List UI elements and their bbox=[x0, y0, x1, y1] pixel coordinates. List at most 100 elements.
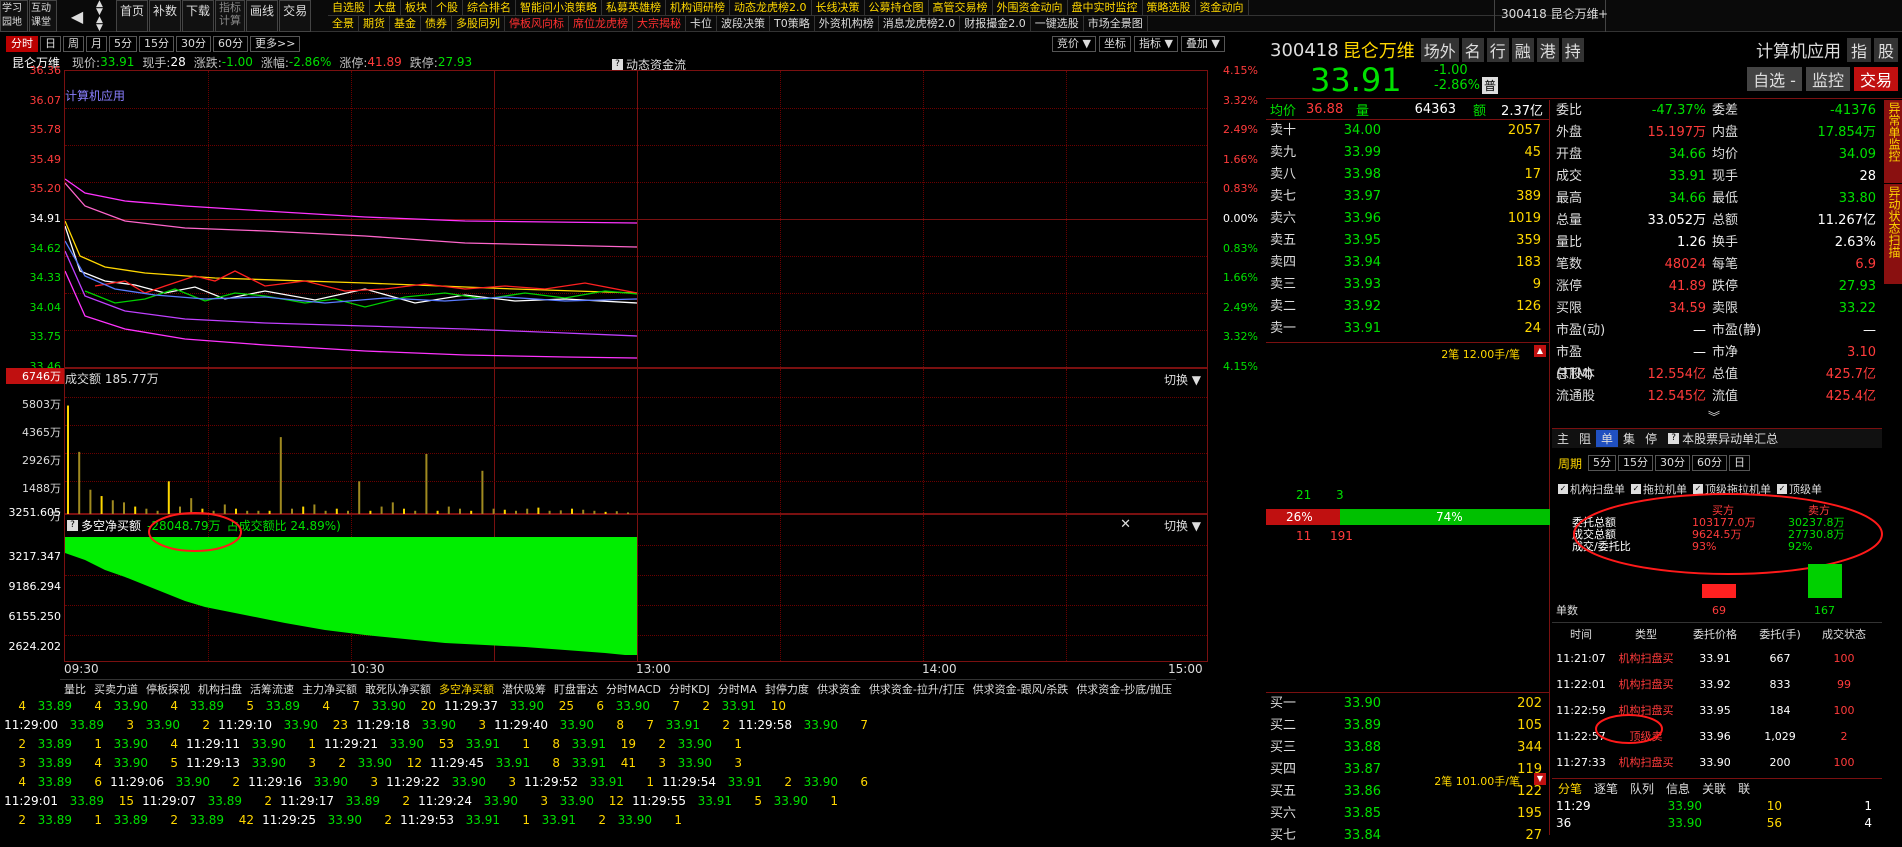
monitor-period-tab[interactable]: 日 bbox=[1729, 455, 1751, 471]
period-tab[interactable]: 日 bbox=[40, 36, 61, 52]
stock-flag[interactable]: 持 bbox=[1561, 38, 1584, 62]
sell-level[interactable]: 卖二 33.92 126 bbox=[1266, 296, 1549, 318]
menu-item[interactable]: 动态龙虎榜2.0 bbox=[730, 0, 812, 16]
menu-item[interactable]: 智能问小浪策略 bbox=[516, 0, 602, 16]
sell-level[interactable]: 卖五 33.95 359 bbox=[1266, 230, 1549, 252]
indicator-tab[interactable]: 买卖力道 bbox=[90, 681, 142, 697]
stock-flag[interactable]: 场外 bbox=[1420, 38, 1459, 62]
menu-item[interactable]: 外资机构榜 bbox=[815, 16, 879, 32]
indicator-tab[interactable]: 供求资金-跟风/杀跌 bbox=[969, 681, 1073, 697]
tick-tab[interactable]: 信息 bbox=[1660, 780, 1696, 797]
tick-tab[interactable]: 联 bbox=[1732, 780, 1756, 797]
sell-level[interactable]: 卖六 33.96 1019 bbox=[1266, 208, 1549, 230]
buy-level[interactable]: 买四 33.87 119 bbox=[1266, 759, 1550, 781]
summary-link[interactable]: 本股票异动单汇总 bbox=[1682, 430, 1778, 447]
home-button[interactable]: 首页 bbox=[116, 0, 149, 32]
menu-item[interactable]: 策略选股 bbox=[1143, 0, 1196, 16]
sell-level[interactable]: 卖十 34.00 2057 bbox=[1266, 120, 1549, 142]
menu-item[interactable]: 盘中实时监控 bbox=[1068, 0, 1143, 16]
indicator-tab[interactable]: 分时MACD bbox=[602, 681, 665, 697]
buy-level[interactable]: 买一 33.90 202 bbox=[1266, 693, 1550, 715]
chart-option-button[interactable]: 叠加 ▼ bbox=[1180, 36, 1225, 52]
buy-level[interactable]: 买五 33.86 122 bbox=[1266, 781, 1550, 803]
menu-item[interactable]: 财报撮金2.0 bbox=[960, 16, 1031, 32]
sell-level[interactable]: 卖四 33.94 183 bbox=[1266, 252, 1549, 274]
indicator-calc-button[interactable]: 指标 计算 bbox=[215, 0, 246, 32]
menu-item[interactable]: 基金 bbox=[390, 16, 421, 32]
download-button[interactable]: 下载 bbox=[182, 0, 215, 32]
menu-item[interactable]: 个股 bbox=[432, 0, 463, 16]
menu-item[interactable]: 板块 bbox=[401, 0, 432, 16]
expand-icon[interactable]: ︾ bbox=[1708, 408, 1720, 425]
menu-item[interactable]: 大盘 bbox=[370, 0, 401, 16]
menu-item[interactable]: T0策略 bbox=[770, 16, 815, 32]
menu-item[interactable]: 机构调研榜 bbox=[666, 0, 730, 16]
interactive-class-button[interactable]: 互动 课堂 bbox=[29, 0, 57, 32]
buy-level[interactable]: 买三 33.88 344 bbox=[1266, 737, 1550, 759]
sell-level[interactable]: 卖一 33.91 24 bbox=[1266, 318, 1549, 340]
period-tab[interactable]: 30分 bbox=[176, 36, 211, 52]
tick-tab[interactable]: 队列 bbox=[1624, 780, 1660, 797]
sell-level[interactable]: 卖三 33.93 9 bbox=[1266, 274, 1549, 296]
trade-action-button[interactable]: 交易 bbox=[1853, 67, 1898, 91]
monitor-period-tab[interactable]: 5分 bbox=[1588, 455, 1617, 471]
close-icon[interactable]: ✕ bbox=[1120, 517, 1131, 532]
volume-chart[interactable]: 成交额 185.77万 切换 ▼ bbox=[64, 368, 1208, 515]
menu-item[interactable]: 资金动向 bbox=[1196, 0, 1249, 16]
menu-item[interactable]: 停板风向标 bbox=[505, 16, 569, 32]
stock-flag[interactable]: 港 bbox=[1536, 38, 1559, 62]
trade-button[interactable]: 交易 bbox=[279, 0, 312, 32]
table-row[interactable]: 11:21:07 机构扫盘买 33.91 667 100 bbox=[1552, 645, 1882, 671]
indicator-tab[interactable]: 分时KDJ bbox=[665, 681, 714, 697]
price-chart[interactable]: 计算机应用 bbox=[64, 70, 1208, 368]
indicator-tab[interactable]: 封停力度 bbox=[761, 681, 813, 697]
industry-name[interactable]: 计算机应用 bbox=[1756, 37, 1841, 62]
menu-item[interactable]: 期货 bbox=[359, 16, 390, 32]
menu-item[interactable]: 私募英雄榜 bbox=[602, 0, 666, 16]
monitor-tab[interactable]: 阻 bbox=[1574, 430, 1596, 447]
indicator-tab[interactable]: 盯盘雷达 bbox=[550, 681, 602, 697]
menu-item[interactable]: 自选股 bbox=[328, 0, 370, 16]
indicator-tab[interactable]: 机构扫盘 bbox=[194, 681, 246, 697]
indicator-tab[interactable]: 供求资金-抄底/抛压 bbox=[1072, 681, 1176, 697]
abnormal-scan-tab[interactable]: 异动状态扫描 bbox=[1884, 184, 1902, 260]
menu-item[interactable]: 一键选股 bbox=[1031, 16, 1084, 32]
stock-flag[interactable]: 融 bbox=[1511, 38, 1534, 62]
sell-level[interactable]: 卖九 33.99 45 bbox=[1266, 142, 1549, 164]
table-row[interactable]: 11:22:01 机构扫盘买 33.92 833 99 bbox=[1552, 671, 1882, 697]
abnormal-order-tab[interactable]: 异常单监控 bbox=[1884, 100, 1902, 184]
chart-option-button[interactable]: 竞价 ▼ bbox=[1052, 36, 1096, 52]
menu-item[interactable]: 全景 bbox=[328, 16, 359, 32]
indicator-tab[interactable]: 主力净买额 bbox=[298, 681, 361, 697]
indicator-tab[interactable]: 潜伏吸筹 bbox=[498, 681, 550, 697]
long-short-chart[interactable]: ? 多空净买额 -28048.79万 占成交额比 24.89%) ✕ 切换 ▼ bbox=[64, 512, 1208, 662]
menu-item[interactable]: 多股同列 bbox=[452, 16, 505, 32]
monitor-period-tab[interactable]: 30分 bbox=[1655, 455, 1691, 471]
back-icon[interactable]: ◀ bbox=[62, 0, 92, 32]
learn-garden-button[interactable]: 学习 园地 bbox=[0, 0, 28, 32]
menu-item[interactable]: 综合排名 bbox=[463, 0, 516, 16]
period-tab[interactable]: 5分 bbox=[109, 36, 137, 52]
menu-item[interactable]: 卡位 bbox=[686, 16, 717, 32]
scroll-up-icon[interactable]: ▲ bbox=[1534, 345, 1546, 357]
menu-item[interactable]: 公募持仓图 bbox=[865, 0, 929, 16]
menu-item[interactable]: 长线决策 bbox=[812, 0, 865, 16]
chart-option-button[interactable]: 指标 ▼ bbox=[1133, 36, 1178, 52]
period-tab[interactable]: 60分 bbox=[213, 36, 248, 52]
indicator-tab[interactable]: 量比 bbox=[60, 681, 90, 697]
stock-flag[interactable]: 名 bbox=[1461, 38, 1484, 62]
period-tab[interactable]: 月 bbox=[86, 36, 107, 52]
checkbox-icon[interactable]: ✓ bbox=[1558, 484, 1568, 494]
tick-tab[interactable]: 分笔 bbox=[1552, 780, 1588, 797]
monitor-period-tab[interactable]: 15分 bbox=[1618, 455, 1654, 471]
tick-tab[interactable]: 关联 bbox=[1696, 780, 1732, 797]
watchlist-button[interactable]: 自选 - bbox=[1747, 67, 1802, 91]
menu-item[interactable]: 大宗揭秘 bbox=[633, 16, 686, 32]
menu-item[interactable]: 外围资金动向 bbox=[993, 0, 1068, 16]
indicator-tab[interactable]: 分时MA bbox=[714, 681, 761, 697]
indicator-tab[interactable]: 活筹流速 bbox=[246, 681, 298, 697]
draw-line-button[interactable]: 画线 bbox=[246, 0, 279, 32]
buy-level[interactable]: 买七 33.84 27 bbox=[1266, 825, 1550, 847]
menu-item[interactable]: 债券 bbox=[421, 16, 452, 32]
indicator-tab[interactable]: 供求资金 bbox=[813, 681, 865, 697]
